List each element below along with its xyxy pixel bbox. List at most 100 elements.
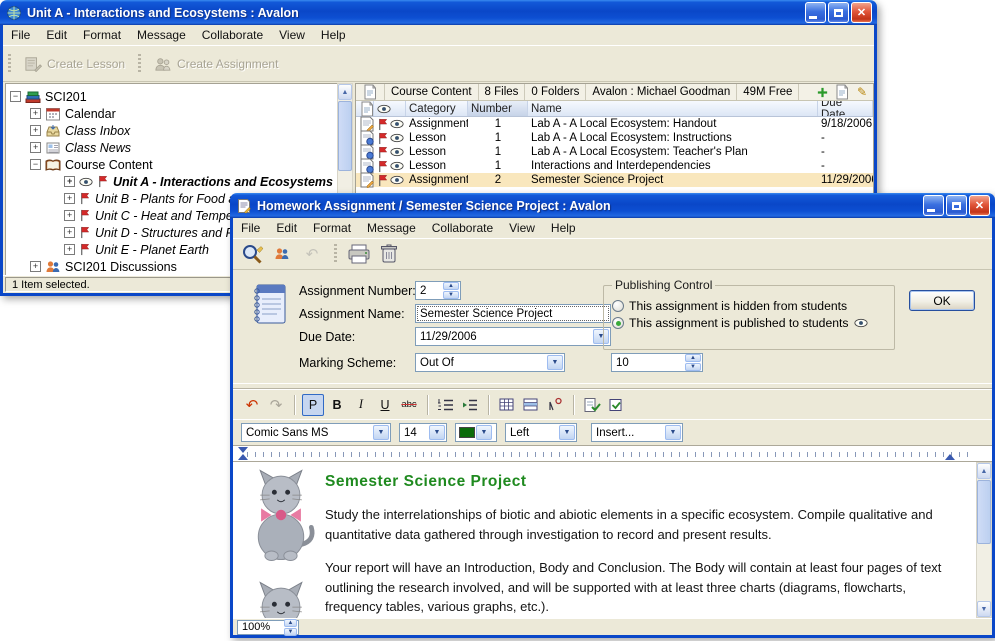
col-due-date[interactable]: Due Date bbox=[818, 101, 873, 116]
spell-check-button[interactable] bbox=[581, 394, 603, 416]
menu-collaborate[interactable]: Collaborate bbox=[194, 25, 271, 46]
collapse-icon[interactable]: − bbox=[30, 159, 41, 170]
editor-scrollbar[interactable]: ▲ ▼ bbox=[976, 462, 992, 618]
radio-published[interactable] bbox=[612, 317, 624, 329]
menu-view[interactable]: View bbox=[271, 25, 313, 46]
ok-button[interactable]: OK bbox=[909, 290, 975, 311]
spin-up-icon[interactable]: ▲ bbox=[284, 619, 297, 627]
redo-button[interactable]: ↷ bbox=[265, 394, 287, 416]
tree-item-sci201[interactable]: − SCI201 bbox=[6, 88, 337, 105]
list-row[interactable]: Lesson 1 Lab A - A Local Ecosystem: Inst… bbox=[356, 131, 873, 145]
menu-help[interactable]: Help bbox=[543, 218, 584, 239]
create-lesson-button[interactable]: Create Lesson bbox=[16, 52, 133, 76]
document-editor[interactable]: Semester Science Project Study the inter… bbox=[233, 462, 992, 618]
col-name[interactable]: Name bbox=[528, 101, 818, 116]
font-size-dropdown[interactable]: 14 ▼ bbox=[399, 423, 447, 442]
chevron-down-icon[interactable]: ▼ bbox=[665, 425, 681, 440]
numbered-list-button[interactable] bbox=[435, 394, 457, 416]
scroll-thumb[interactable] bbox=[338, 101, 352, 171]
bold-button[interactable]: B bbox=[326, 394, 348, 416]
minimize-button[interactable] bbox=[805, 2, 826, 23]
list-row-selected[interactable]: Assignment 2 Semester Science Project 11… bbox=[356, 173, 873, 187]
members-button[interactable] bbox=[269, 241, 295, 267]
tree-item-course-content[interactable]: − Course Content bbox=[6, 156, 337, 173]
ruler[interactable] bbox=[233, 445, 992, 462]
expand-icon[interactable]: + bbox=[64, 176, 75, 187]
paragraph-style-button[interactable]: P bbox=[302, 394, 324, 416]
alignment-dropdown[interactable]: Left ▼ bbox=[505, 423, 577, 442]
published-option[interactable]: This assignment is published to students bbox=[612, 316, 886, 330]
checkbox-button[interactable] bbox=[605, 394, 627, 416]
spin-down-icon[interactable]: ▼ bbox=[443, 291, 459, 299]
close-button[interactable]: ✕ bbox=[851, 2, 872, 23]
strikethrough-button[interactable]: abc bbox=[398, 394, 420, 416]
col-number[interactable]: Number bbox=[468, 101, 528, 116]
maximize-button[interactable] bbox=[828, 2, 849, 23]
assignment-name-field[interactable] bbox=[415, 304, 611, 323]
expand-icon[interactable]: + bbox=[30, 108, 41, 119]
hidden-option[interactable]: This assignment is hidden from students bbox=[612, 299, 886, 313]
indent-list-button[interactable] bbox=[459, 394, 481, 416]
menu-file[interactable]: File bbox=[233, 218, 268, 239]
insert-row-button[interactable] bbox=[520, 394, 542, 416]
document-body[interactable]: Semester Science Project Study the inter… bbox=[325, 470, 966, 618]
list-row[interactable]: Lesson 1 Interactions and Interdependenc… bbox=[356, 159, 873, 173]
minimize-button[interactable] bbox=[923, 195, 944, 216]
add-item-button[interactable] bbox=[813, 85, 831, 100]
insert-dropdown[interactable]: Insert... ▼ bbox=[591, 423, 683, 442]
insert-table-button[interactable] bbox=[496, 394, 518, 416]
tree-item-calendar[interactable]: + Calendar bbox=[6, 105, 337, 122]
menu-view[interactable]: View bbox=[501, 218, 543, 239]
history-back-button[interactable]: ↶ bbox=[299, 241, 325, 267]
marking-scheme-dropdown[interactable]: Out Of ▼ bbox=[415, 353, 565, 372]
new-document-button[interactable] bbox=[833, 85, 851, 100]
maximize-button[interactable] bbox=[946, 195, 967, 216]
scroll-up-icon[interactable]: ▲ bbox=[338, 84, 352, 100]
expand-icon[interactable]: + bbox=[64, 244, 75, 255]
edit-button[interactable]: ✎ bbox=[853, 85, 871, 100]
collapse-icon[interactable]: − bbox=[10, 91, 21, 102]
list-row[interactable]: Assignment 1 Lab A - A Local Ecosystem: … bbox=[356, 117, 873, 131]
font-color-dropdown[interactable]: ▼ bbox=[455, 423, 497, 442]
back-titlebar[interactable]: Unit A - Interactions and Ecosystems : A… bbox=[0, 0, 877, 25]
delete-button[interactable] bbox=[376, 241, 402, 267]
superscript-button[interactable] bbox=[544, 394, 566, 416]
expand-icon[interactable]: + bbox=[30, 142, 41, 153]
spin-up-icon[interactable]: ▲ bbox=[685, 354, 701, 362]
expand-icon[interactable]: + bbox=[64, 210, 75, 221]
due-date-dropdown[interactable]: 11/29/2006 ▼ bbox=[415, 327, 611, 346]
indent-marker[interactable] bbox=[238, 447, 248, 453]
tree-item-unit-a[interactable]: + Unit A - Interactions and Ecosystems bbox=[6, 173, 337, 190]
underline-button[interactable]: U bbox=[374, 394, 396, 416]
scroll-down-icon[interactable]: ▼ bbox=[977, 601, 991, 617]
menu-edit[interactable]: Edit bbox=[268, 218, 305, 239]
expand-icon[interactable]: + bbox=[30, 261, 41, 272]
indent-marker[interactable] bbox=[238, 454, 248, 460]
col-category[interactable]: Category bbox=[406, 101, 468, 116]
search-button[interactable] bbox=[239, 241, 265, 267]
spin-down-icon[interactable]: ▼ bbox=[284, 628, 297, 636]
chevron-down-icon[interactable]: ▼ bbox=[559, 425, 575, 440]
print-button[interactable] bbox=[346, 241, 372, 267]
spin-down-icon[interactable]: ▼ bbox=[685, 363, 701, 371]
right-margin-marker[interactable] bbox=[945, 454, 955, 460]
chevron-down-icon[interactable]: ▼ bbox=[429, 425, 445, 440]
menu-format[interactable]: Format bbox=[75, 25, 129, 46]
close-button[interactable]: ✕ bbox=[969, 195, 990, 216]
create-assignment-button[interactable]: Create Assignment bbox=[146, 52, 286, 76]
menu-collaborate[interactable]: Collaborate bbox=[424, 218, 501, 239]
menu-file[interactable]: File bbox=[3, 25, 38, 46]
col-visibility[interactable] bbox=[374, 101, 406, 116]
menu-help[interactable]: Help bbox=[313, 25, 354, 46]
marking-points-stepper[interactable]: 10 ▲▼ bbox=[611, 353, 703, 372]
italic-button[interactable]: I bbox=[350, 394, 372, 416]
scroll-up-icon[interactable]: ▲ bbox=[977, 463, 991, 479]
col-type-icon[interactable] bbox=[356, 101, 374, 116]
list-row[interactable]: Lesson 1 Lab A - A Local Ecosystem: Teac… bbox=[356, 145, 873, 159]
expand-icon[interactable]: + bbox=[30, 125, 41, 136]
tree-item-class-inbox[interactable]: + Class Inbox bbox=[6, 122, 337, 139]
chevron-down-icon[interactable]: ▼ bbox=[547, 355, 563, 370]
scroll-thumb[interactable] bbox=[977, 480, 991, 544]
radio-hidden[interactable] bbox=[612, 300, 624, 312]
spin-up-icon[interactable]: ▲ bbox=[443, 282, 459, 290]
